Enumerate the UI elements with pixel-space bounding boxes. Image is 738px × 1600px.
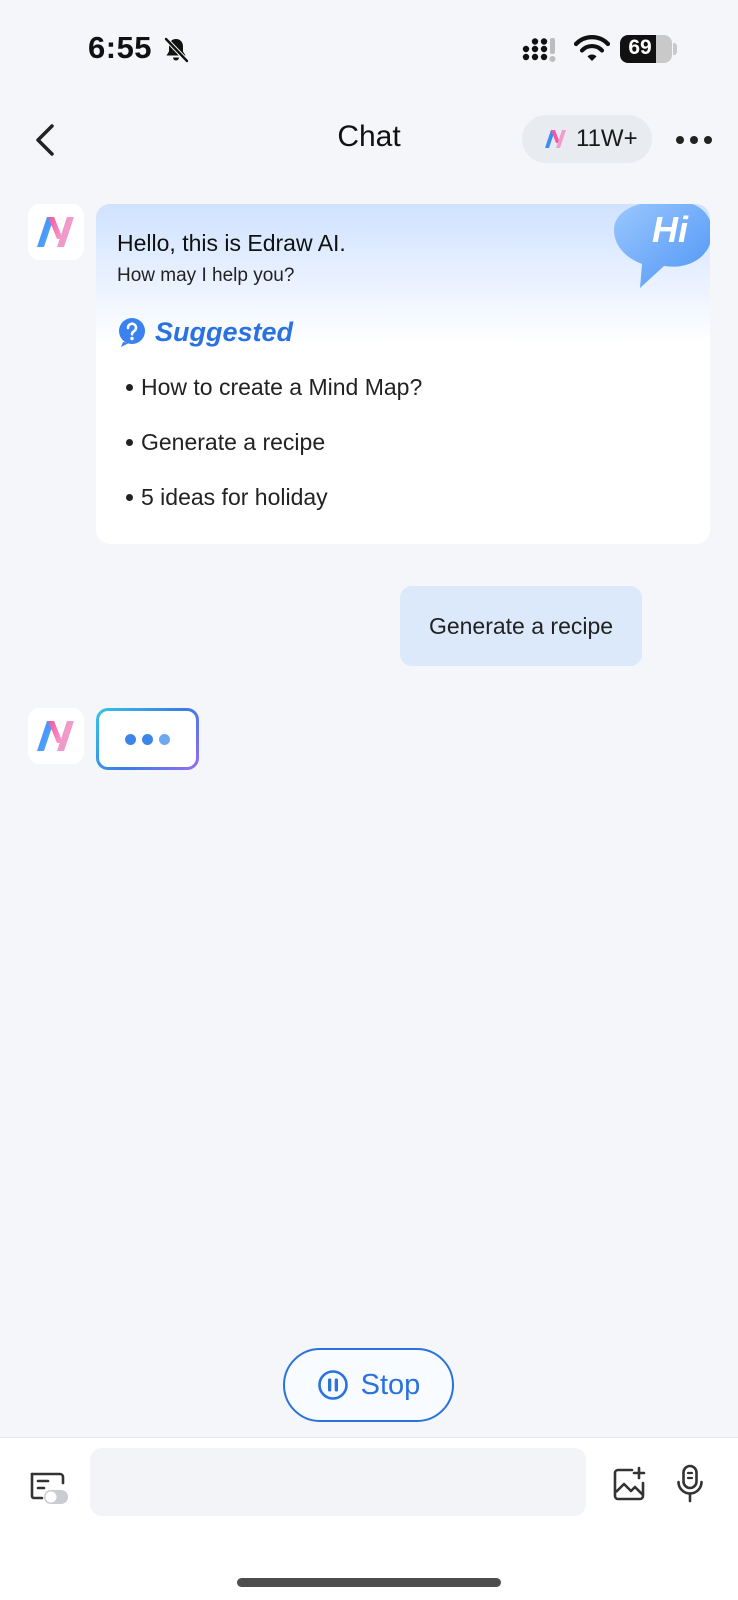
top-nav-bar: Chat 11W+: [0, 100, 738, 180]
stop-label: Stop: [360, 1368, 421, 1401]
hi-speech-bubble-icon: Hi: [614, 204, 710, 288]
battery-icon: 69: [620, 35, 672, 63]
home-indicator: [237, 1578, 501, 1587]
bullet-dot: [126, 439, 133, 446]
suggested-title: Suggested: [155, 316, 294, 347]
credits-button[interactable]: 11W+: [522, 115, 652, 163]
suggestion-label: How to create a Mind Map?: [141, 374, 423, 400]
credits-count: 11W+: [576, 125, 638, 152]
welcome-card: Hello, this is Edraw AI. How may I help …: [96, 204, 710, 544]
chat-mode-toggle-icon[interactable]: [28, 1468, 70, 1506]
typing-dot: [142, 733, 153, 745]
microphone-icon[interactable]: [676, 1464, 704, 1504]
message-input-bar: [0, 1437, 738, 1600]
bell-muted-icon: [164, 37, 189, 63]
pause-circle-icon: [317, 1370, 348, 1400]
subgreeting-text: How may I help you?: [117, 265, 295, 286]
suggestion-label: 5 ideas for holiday: [141, 484, 328, 510]
battery-level: 69: [628, 36, 652, 59]
user-message-bubble[interactable]: Generate a recipe: [400, 586, 642, 666]
battery-tip: [673, 43, 677, 55]
add-image-icon[interactable]: [612, 1466, 646, 1502]
stop-button[interactable]: Stop: [283, 1348, 454, 1422]
edraw-logo-icon: [37, 721, 74, 751]
suggestion-label: Generate a recipe: [141, 429, 326, 455]
message-input[interactable]: [90, 1448, 586, 1516]
status-time: 6:55: [88, 30, 153, 65]
suggestion-item[interactable]: How to create a Mind Map?: [126, 374, 422, 401]
bullet-dot: [126, 384, 133, 391]
typing-indicator: [96, 708, 199, 770]
greeting-text: Hello, this is Edraw AI.: [117, 230, 346, 256]
cellular-signal-icon: [522, 38, 556, 62]
bullet-dot: [126, 494, 133, 501]
edraw-logo-icon: [37, 217, 74, 247]
typing-dot: [159, 733, 170, 745]
typing-indicator-inner: [99, 711, 196, 767]
question-bubble-icon: [119, 318, 145, 347]
suggestion-item[interactable]: 5 ideas for holiday: [126, 484, 328, 511]
typing-dot: [125, 733, 136, 745]
suggestion-item[interactable]: Generate a recipe: [126, 429, 325, 456]
wifi-icon: [574, 35, 610, 61]
more-options-icon[interactable]: [674, 128, 714, 152]
status-bar: 6:55 69: [0, 0, 738, 100]
suggested-header: Suggested: [117, 316, 293, 348]
bot-avatar: [28, 708, 84, 764]
bot-avatar: [28, 204, 84, 260]
edraw-logo-icon: [545, 130, 566, 148]
hi-badge-text: Hi: [652, 209, 689, 250]
